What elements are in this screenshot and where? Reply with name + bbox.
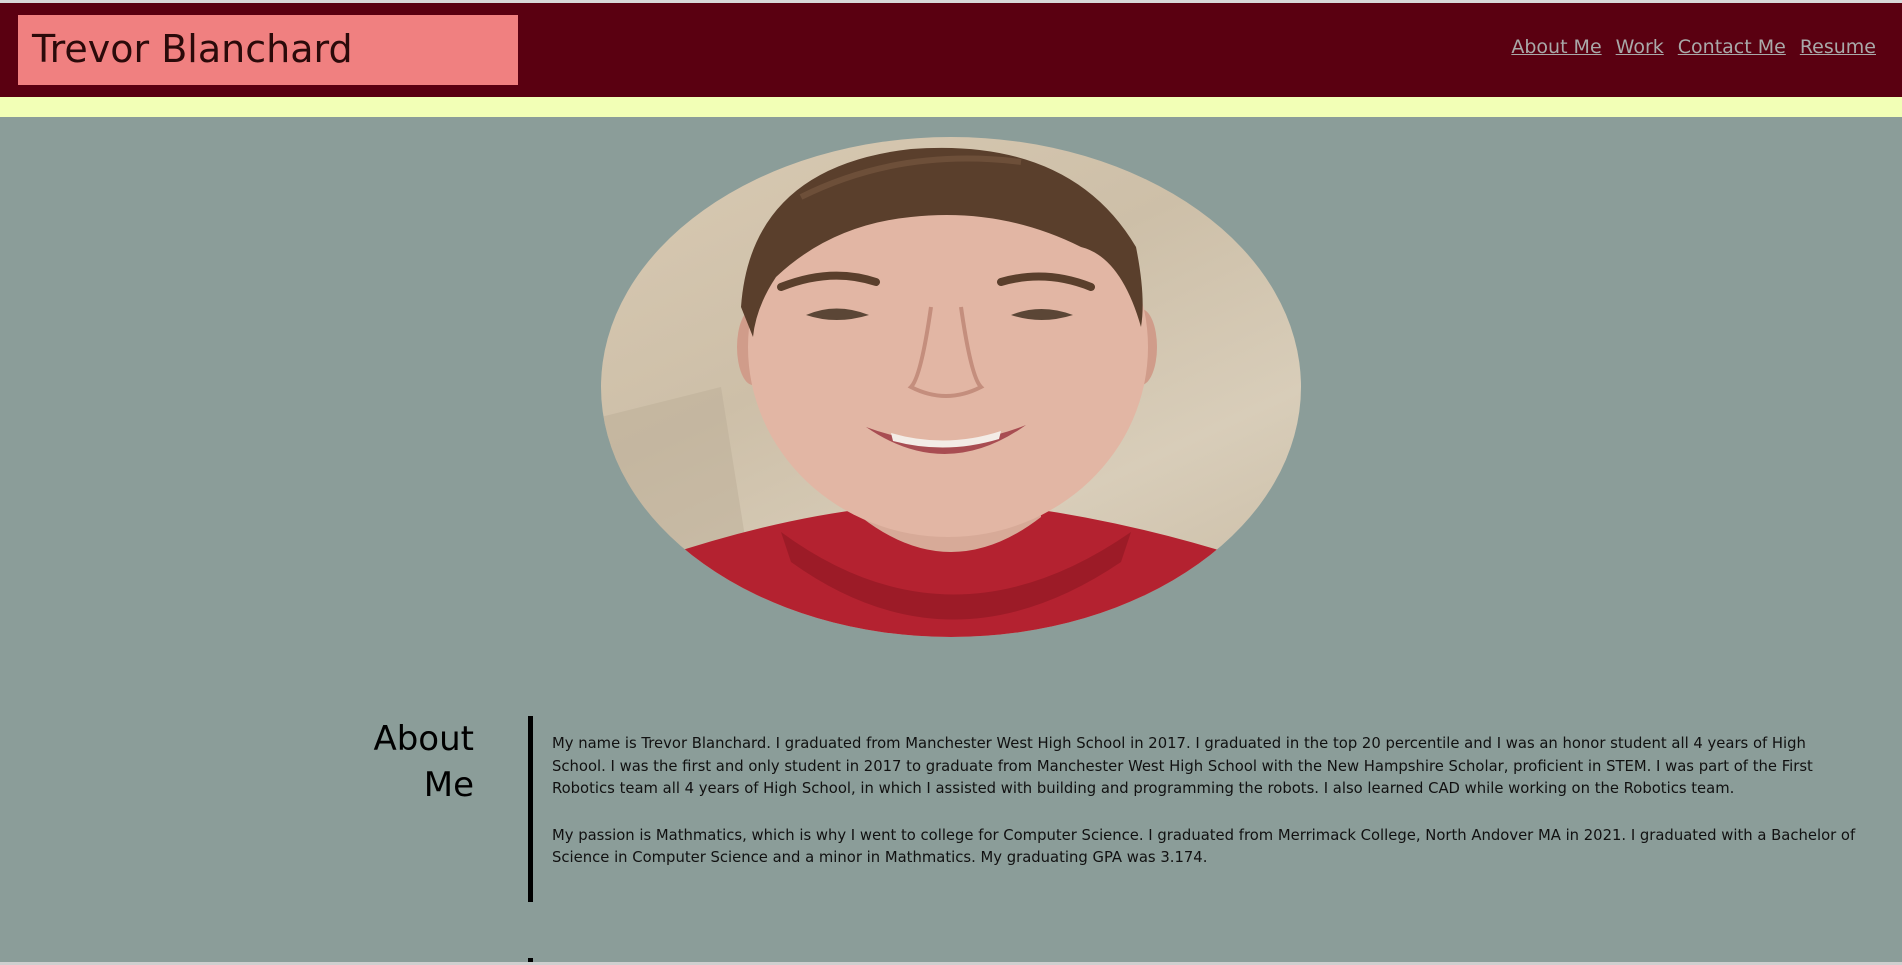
profile-photo	[601, 137, 1301, 637]
about-paragraph-1: My name is Trevor Blanchard. I graduated…	[552, 735, 1813, 797]
about-heading-line1: About	[373, 719, 474, 759]
nav-link-contact-me[interactable]: Contact Me	[1678, 35, 1786, 59]
site-header: Trevor Blanchard About Me Work Contact M…	[0, 3, 1902, 97]
nav-link-about-me[interactable]: About Me	[1511, 35, 1601, 59]
title-box: Trevor Blanchard	[18, 15, 518, 85]
nav-link-work[interactable]: Work	[1616, 35, 1664, 59]
nav-link-resume[interactable]: Resume	[1800, 35, 1876, 59]
about-paragraph-2: My passion is Mathmatics, which is why I…	[552, 826, 1856, 867]
about-text: My name is Trevor Blanchard. I graduated…	[552, 733, 1862, 894]
about-heading: About Me	[330, 716, 474, 808]
portrait-illustration	[601, 147, 1301, 637]
site-title: Trevor Blanchard	[32, 27, 353, 71]
accent-bar	[0, 97, 1902, 117]
main-nav: About Me Work Contact Me Resume	[1511, 35, 1876, 59]
about-divider	[528, 716, 533, 902]
about-heading-line2: Me	[423, 765, 474, 805]
